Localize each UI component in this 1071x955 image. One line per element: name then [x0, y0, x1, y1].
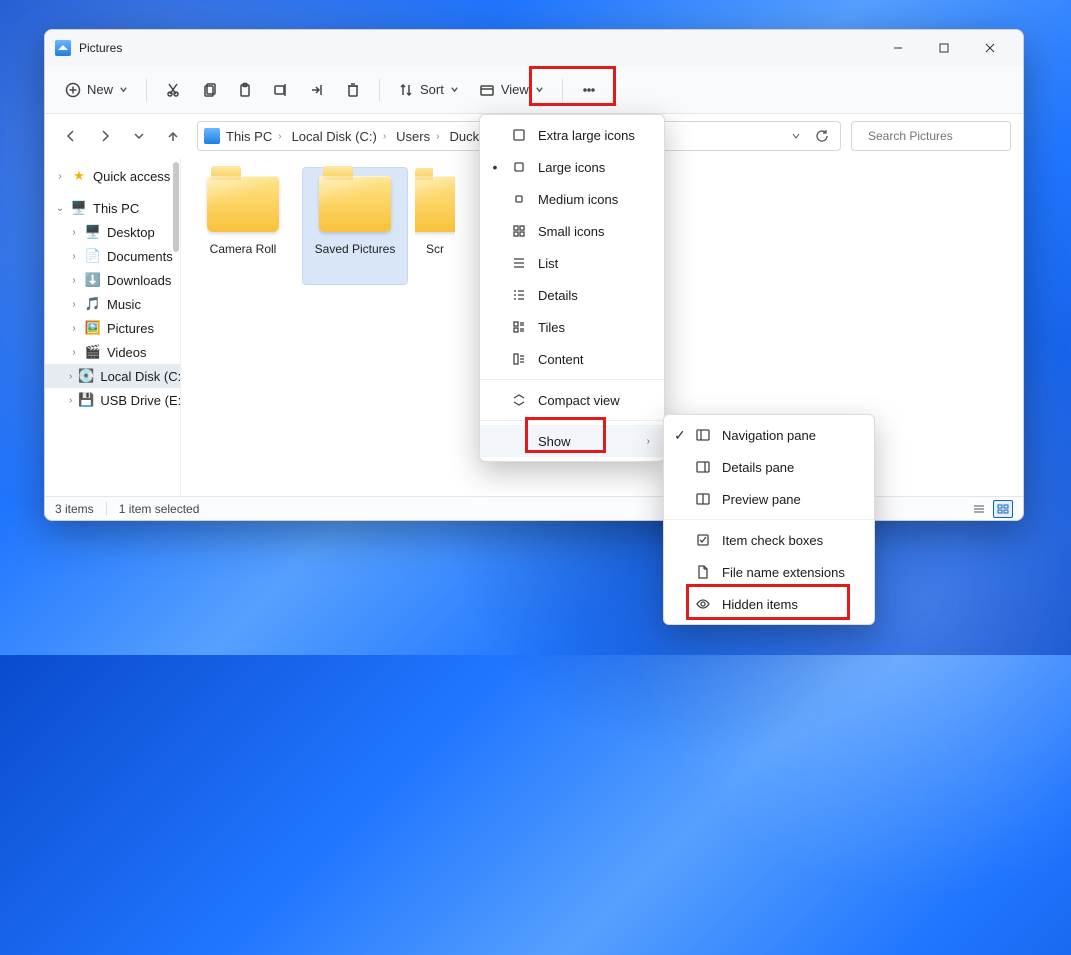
more-button[interactable] — [573, 74, 605, 106]
close-button[interactable] — [967, 30, 1013, 66]
menu-item-medium-icons[interactable]: Medium icons — [480, 183, 664, 215]
drive-icon: 💽 — [78, 368, 94, 384]
folder-item[interactable]: Scr — [415, 168, 455, 284]
recent-locations-button[interactable] — [125, 122, 153, 150]
usb-icon: 💾 — [78, 392, 94, 408]
status-bar: 3 items 1 item selected — [45, 496, 1023, 520]
forward-button[interactable] — [91, 122, 119, 150]
folder-item[interactable]: Saved Pictures — [303, 168, 407, 284]
menu-item-list[interactable]: List — [480, 247, 664, 279]
thumbnails-view-button[interactable] — [993, 500, 1013, 518]
sort-label: Sort — [420, 82, 444, 97]
delete-button[interactable] — [337, 74, 369, 106]
monitor-icon: 🖥️ — [71, 200, 87, 216]
scrollbar-thumb[interactable] — [173, 162, 179, 252]
music-icon: 🎵 — [85, 296, 101, 312]
breadcrumb[interactable]: Users› — [392, 129, 443, 144]
folder-icon — [319, 176, 391, 232]
chevron-down-icon: ⌄ — [55, 203, 65, 214]
minimize-button[interactable] — [875, 30, 921, 66]
show-submenu: ✓ Navigation pane Details pane Preview p… — [663, 414, 875, 625]
menu-item-extra-large-icons[interactable]: Extra large icons — [480, 119, 664, 151]
chevron-right-icon: › — [647, 436, 650, 447]
menu-item-preview-pane[interactable]: Preview pane — [664, 483, 874, 515]
rename-button[interactable] — [265, 74, 297, 106]
share-button[interactable] — [301, 74, 333, 106]
chevron-down-icon — [535, 82, 544, 97]
menu-item-hidden-items[interactable]: Hidden items — [664, 588, 874, 620]
maximize-button[interactable] — [921, 30, 967, 66]
window-title: Pictures — [79, 41, 122, 55]
chevron-down-icon — [450, 82, 459, 97]
selection-count: 1 item selected — [119, 502, 200, 516]
navigation-pane: › ★ Quick access ⌄ 🖥️ This PC ›🖥️ Deskto… — [45, 158, 181, 496]
sidebar-item-videos[interactable]: ›🎬 Videos — [45, 340, 180, 364]
videos-icon: 🎬 — [85, 344, 101, 360]
menu-item-file-name-extensions[interactable]: File name extensions — [664, 556, 874, 588]
menu-item-show[interactable]: Show › — [480, 425, 664, 457]
titlebar: Pictures — [45, 30, 1023, 66]
search-input[interactable] — [866, 128, 1025, 144]
view-button[interactable]: View — [471, 74, 552, 106]
copy-button[interactable] — [193, 74, 225, 106]
menu-item-tiles[interactable]: Tiles — [480, 311, 664, 343]
folder-icon — [207, 176, 279, 232]
menu-item-compact-view[interactable]: Compact view — [480, 384, 664, 416]
view-label: View — [501, 82, 529, 97]
file-explorer-window: Pictures New Sort View — [44, 29, 1024, 521]
sort-button[interactable]: Sort — [390, 74, 467, 106]
breadcrumb[interactable]: This PC› — [222, 129, 286, 144]
cut-button[interactable] — [157, 74, 189, 106]
pictures-icon: 🖼️ — [85, 320, 101, 336]
sidebar-item-music[interactable]: ›🎵 Music — [45, 292, 180, 316]
menu-item-navigation-pane[interactable]: ✓ Navigation pane — [664, 419, 874, 451]
item-count: 3 items — [55, 502, 94, 516]
menu-item-small-icons[interactable]: Small icons — [480, 215, 664, 247]
sidebar-item-this-pc[interactable]: ⌄ 🖥️ This PC — [45, 196, 180, 220]
sidebar-item-quick-access[interactable]: › ★ Quick access — [45, 164, 180, 188]
chevron-right-icon: › — [55, 171, 65, 182]
sidebar-item-documents[interactable]: ›📄 Documents — [45, 244, 180, 268]
download-icon: ⬇️ — [85, 272, 101, 288]
sidebar-item-usb-drive[interactable]: ›💾 USB Drive (E:) — [45, 388, 180, 412]
app-icon — [55, 40, 71, 56]
menu-item-large-icons[interactable]: • Large icons — [480, 151, 664, 183]
star-icon: ★ — [71, 168, 87, 184]
paste-button[interactable] — [229, 74, 261, 106]
sidebar-item-pictures[interactable]: ›🖼️ Pictures — [45, 316, 180, 340]
view-menu: Extra large icons • Large icons Medium i… — [479, 114, 665, 462]
back-button[interactable] — [57, 122, 85, 150]
new-button[interactable]: New — [57, 74, 136, 106]
pictures-icon — [204, 128, 220, 144]
folder-icon — [415, 176, 455, 232]
folder-item[interactable]: Camera Roll — [191, 168, 295, 284]
sidebar-item-desktop[interactable]: ›🖥️ Desktop — [45, 220, 180, 244]
address-dropdown-button[interactable] — [784, 124, 808, 148]
menu-item-details-pane[interactable]: Details pane — [664, 451, 874, 483]
document-icon: 📄 — [85, 248, 101, 264]
chevron-down-icon — [119, 82, 128, 97]
details-view-button[interactable] — [969, 500, 989, 518]
menu-item-item-check-boxes[interactable]: Item check boxes — [664, 524, 874, 556]
menu-item-details[interactable]: Details — [480, 279, 664, 311]
desktop-icon: 🖥️ — [85, 224, 101, 240]
menu-item-content[interactable]: Content — [480, 343, 664, 375]
new-label: New — [87, 82, 113, 97]
sidebar-item-downloads[interactable]: ›⬇️ Downloads — [45, 268, 180, 292]
breadcrumb[interactable]: Local Disk (C:)› — [288, 129, 391, 144]
up-button[interactable] — [159, 122, 187, 150]
command-bar: New Sort View — [45, 66, 1023, 114]
search-box[interactable] — [851, 121, 1011, 151]
sidebar-item-local-disk[interactable]: ›💽 Local Disk (C:) — [45, 364, 180, 388]
refresh-button[interactable] — [810, 124, 834, 148]
